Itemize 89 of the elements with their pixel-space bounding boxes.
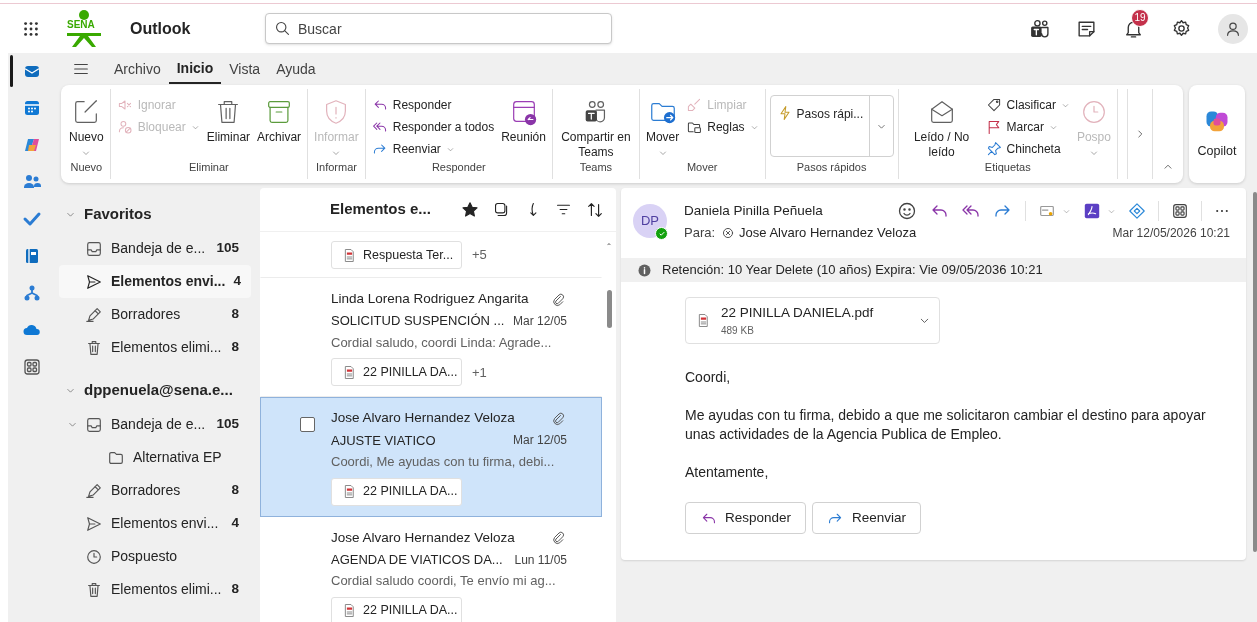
preview-text: Coordi, Me ayudas con tu firma, debi...: [331, 453, 556, 471]
group-label: Responder: [431, 160, 486, 175]
attachment-chip[interactable]: 22 PINILLA DA...: [331, 596, 462, 622]
group-label: Teams: [579, 160, 613, 175]
message-item[interactable]: Jose Alvaro Hernandez Veloza AGENDA DE VIATICOS DA... Lun 11/05 Cordial saludo coordi, Te envío mi ag... 22 PINILLA DA...: [260, 516, 602, 622]
ribbon-button[interactable]: Mover: [643, 95, 682, 158]
list-title: Elementos e...: [330, 199, 432, 220]
unread-count: 8: [231, 481, 240, 500]
folder-item[interactable]: Bandeja de e... 105: [59, 408, 251, 441]
date: Lun 11/05: [514, 551, 567, 569]
menu-tab[interactable]: Ayuda: [268, 54, 324, 84]
message-item[interactable]: Linda Lorena Rodriguez Angarita SOLICITUD SUSPENCIÓN ... Mar 12/05 Cordial saludo, coordi Linda: Agrade... 22 PINILLA DA... +1: [260, 278, 602, 398]
folder-section-header[interactable]: Favoritos: [59, 196, 255, 232]
unread-count: 8: [231, 305, 240, 324]
preview-text: Cordial saludo coordi, Te envío mi ag...: [331, 572, 557, 591]
body-paragraph: Me ayudas con tu firma, debido a que me solicitaron cambiar el destino para apoyar unas actividades de la Agencia Publica de Empleo.: [685, 406, 1207, 444]
group-label: Nuevo: [70, 160, 103, 175]
sent-date: Mar 12/05/2026 10:21: [1112, 225, 1230, 242]
unread-count: 105: [216, 415, 240, 434]
attachment-size: 489 KB: [721, 324, 755, 339]
attachment-chip[interactable]: Respuesta Ter...: [331, 241, 462, 269]
date: Mar 12/05: [512, 432, 567, 450]
sender-name: Jose Alvaro Hernandez Veloza: [331, 528, 515, 547]
menu-tab[interactable]: Vista: [221, 54, 269, 84]
ribbon-button[interactable]: Compartir en Teams: [556, 95, 635, 160]
ribbon-button[interactable]: Reunión: [499, 95, 548, 145]
ribbon-button[interactable]: Reglas: [686, 117, 759, 137]
folder-item[interactable]: Alternativa EP: [59, 441, 251, 474]
sender-name: Linda Lorena Rodriguez Angarita: [331, 290, 529, 308]
sender-avatar: DP: [633, 204, 667, 238]
ribbon-button[interactable]: Archivar: [255, 95, 304, 145]
folder-item[interactable]: Bandeja de e... 105: [59, 232, 251, 265]
folder-item[interactable]: Pospuesto: [59, 540, 251, 573]
group-label: Pasos rápidos: [796, 160, 867, 175]
group-label: Etiquetas: [984, 160, 1031, 175]
unread-count: 8: [231, 338, 240, 357]
unread-count: 4: [233, 272, 242, 291]
ribbon-button[interactable]: Marcar: [985, 117, 1070, 137]
quick-step-item[interactable]: Pasos rápi...: [796, 105, 864, 123]
quick-steps-gallery[interactable]: Pasos rápi...: [769, 95, 894, 157]
more-attachments: +1: [472, 363, 487, 382]
sender-name: Daniela Pinilla Peñuela: [684, 201, 824, 220]
attachment-card[interactable]: 22 PINILLA DANIELA.pdf 489 KB: [685, 297, 940, 344]
folder-item[interactable]: Elementos envi... 4: [59, 265, 251, 298]
copilot-button[interactable]: Copilot: [1189, 85, 1245, 183]
ribbon-button[interactable]: Reenviar: [371, 139, 495, 159]
notification-badge: 19: [1131, 8, 1149, 27]
action-button[interactable]: Responder: [685, 502, 807, 534]
message-item[interactable]: Respuesta Ter... +5: [260, 232, 602, 278]
ribbon-button[interactable]: Eliminar: [204, 95, 253, 145]
attachment-chip[interactable]: 22 PINILLA DA...: [331, 358, 462, 387]
ribbon-button[interactable]: Responder: [371, 95, 495, 115]
logo-text: SENA: [67, 19, 95, 30]
search-field[interactable]: Buscar: [265, 13, 612, 44]
body-paragraph: Atentamente,: [685, 463, 770, 482]
attachment-name: 22 PINILLA DANIELA.pdf: [721, 303, 875, 322]
app-name: Outlook: [130, 18, 191, 39]
subject: AGENDA DE VIATICOS DA...: [331, 550, 503, 569]
folder-item[interactable]: Elementos elimi... 8: [59, 331, 251, 364]
body-paragraph: Coordi,: [685, 368, 732, 387]
subject: AJUSTE VIATICO: [331, 431, 436, 450]
recipient[interactable]: Jose Alvaro Hernandez Veloza: [739, 223, 1113, 243]
subject: SOLICITUD SUSPENCIÓN ...: [331, 312, 505, 331]
group-label: Mover: [686, 160, 718, 175]
retention-text: Retención: 10 Year Delete (10 años) Expira: Vie 09/05/2036 10:21: [662, 261, 1043, 280]
folder-item[interactable]: Elementos elimi... 8: [59, 573, 251, 606]
ribbon-button[interactable]: Chincheta: [985, 139, 1070, 159]
group-label: Informar: [315, 160, 357, 175]
ribbon-button[interactable]: Leído / No leído: [902, 95, 981, 160]
group-label: Eliminar: [189, 160, 229, 175]
folder-item[interactable]: Elementos envi... 4: [59, 507, 251, 540]
folder-item[interactable]: Borradores 8: [59, 474, 251, 507]
menu-tab[interactable]: Archivo: [106, 54, 169, 84]
unread-count: 4: [231, 514, 240, 533]
folder-section-header[interactable]: dppenuela@sena.e...: [59, 372, 255, 408]
ribbon-button[interactable]: Clasificar: [985, 95, 1070, 115]
to-label: Para:: [684, 224, 716, 243]
folder-item[interactable]: Borradores 8: [59, 298, 251, 331]
attachment-chip[interactable]: 22 PINILLA DA...: [331, 477, 462, 506]
preview-text: Cordial saludo, coordi Linda: Agrade...: [331, 333, 553, 352]
action-button[interactable]: Reenviar: [812, 502, 922, 534]
unread-count: 105: [216, 239, 240, 258]
message-item[interactable]: Jose Alvaro Hernandez Veloza AJUSTE VIATICO Mar 12/05 Coordi, Me ayudas con tu firma, debi... 22 PINILLA DA...: [260, 397, 602, 517]
ribbon-button[interactable]: Nuevo: [67, 95, 106, 158]
unread-count: 8: [231, 580, 240, 599]
sender-name: Jose Alvaro Hernandez Veloza: [331, 409, 515, 428]
more-attachments: +5: [472, 246, 487, 265]
ribbon-button[interactable]: Responder a todos: [371, 117, 495, 137]
date: Mar 12/05: [512, 313, 567, 330]
